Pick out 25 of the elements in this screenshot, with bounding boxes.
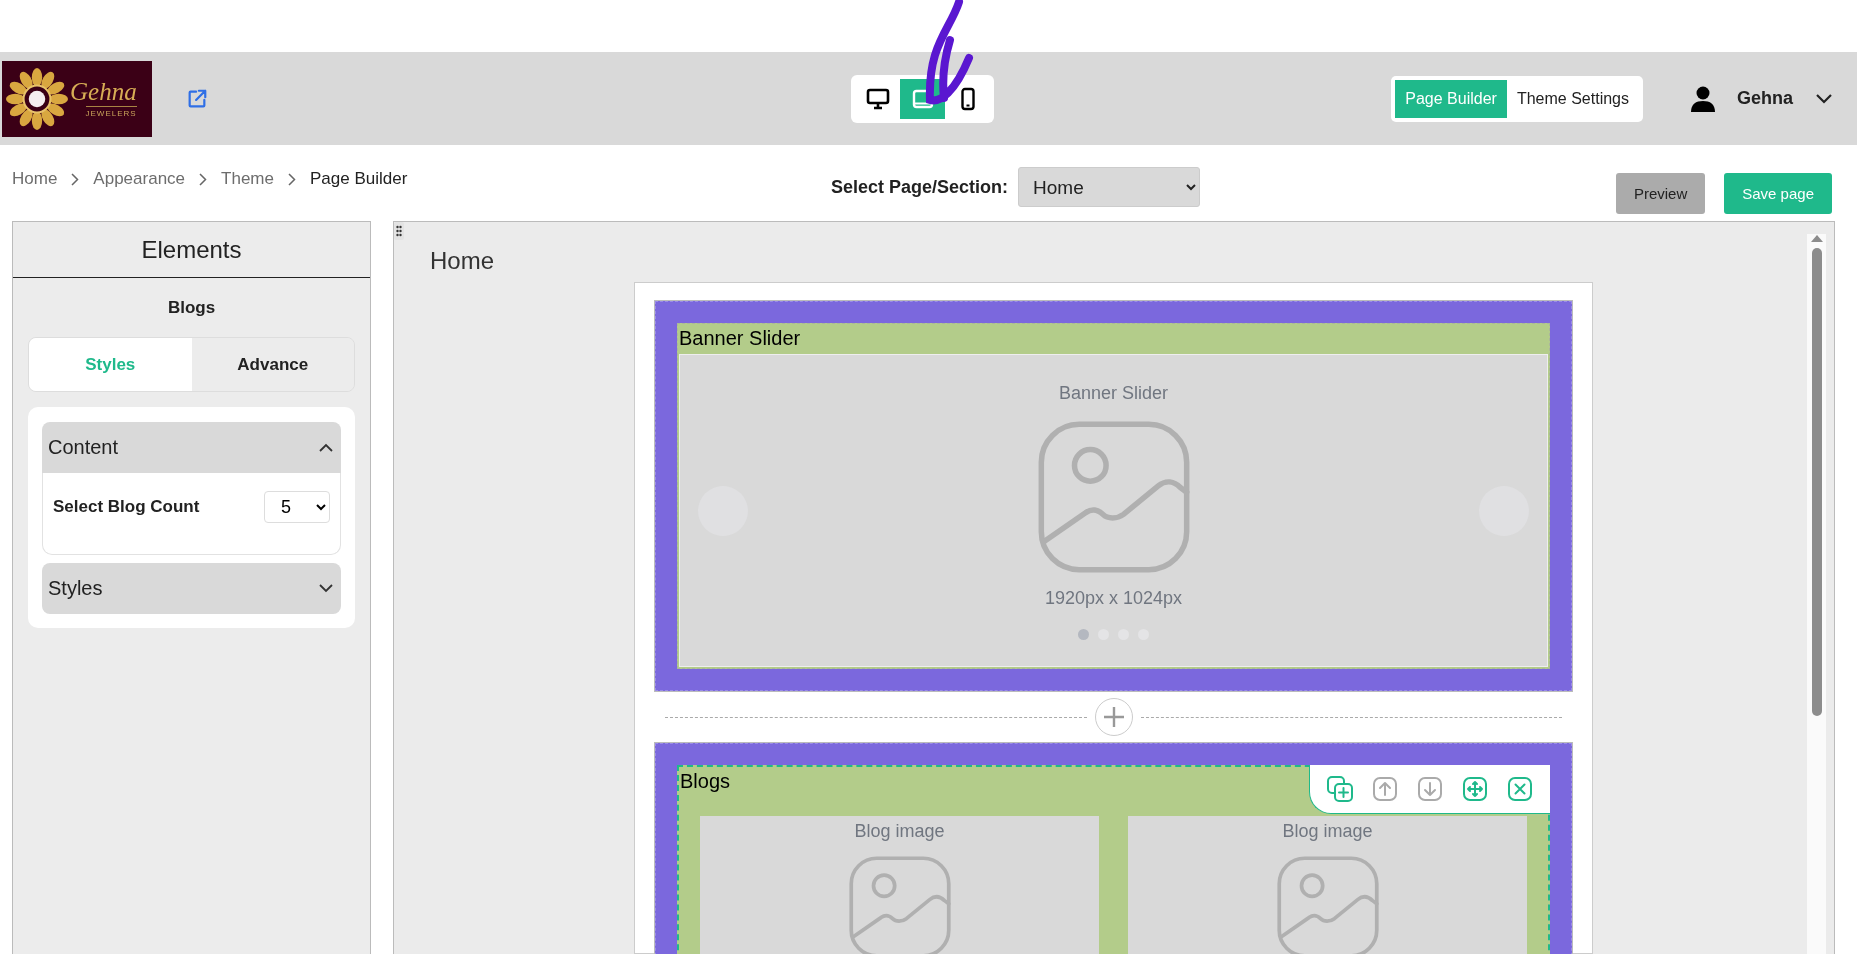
panel-title: Elements bbox=[141, 235, 242, 264]
element-name: Blogs bbox=[167, 298, 216, 317]
card-label: Blog image bbox=[854, 821, 945, 842]
user-menu[interactable]: Gehna bbox=[1691, 85, 1833, 112]
breadcrumb-link[interactable]: Theme bbox=[221, 169, 274, 189]
preview-button[interactable]: Preview bbox=[1615, 173, 1706, 214]
placeholder-title: Banner Slider bbox=[1058, 383, 1169, 404]
breadcrumb-current: Page Builder bbox=[309, 169, 408, 189]
count-select[interactable]: 5 bbox=[264, 491, 330, 523]
card-label: Blog image bbox=[1282, 821, 1373, 842]
field-label: Select Blog Count bbox=[53, 497, 200, 517]
breadcrumb-link[interactable]: Appearance bbox=[93, 169, 186, 189]
section-title: Blogs bbox=[679, 769, 731, 794]
section-frame[interactable]: Banner Slider Banner Slider 1920px x 1024px bbox=[655, 301, 1572, 691]
brand-name: Gehna bbox=[70, 79, 137, 104]
brand-tagline: JEWELERS bbox=[85, 106, 137, 118]
accordion-header[interactable]: Styles bbox=[42, 563, 341, 614]
select-label: Select Page/Section: bbox=[831, 176, 1009, 198]
page-select[interactable]: Home bbox=[1018, 167, 1201, 207]
section-title: Banner Slider bbox=[678, 326, 801, 351]
page-title: Home bbox=[430, 247, 496, 275]
accordion-header[interactable]: Content bbox=[42, 422, 341, 473]
breadcrumb-link[interactable]: Home bbox=[12, 169, 58, 189]
section-area[interactable]: Banner Slider Banner Slider 1920px x 1024px bbox=[677, 323, 1550, 669]
size-text: 1920px x 1024px bbox=[1044, 588, 1183, 609]
